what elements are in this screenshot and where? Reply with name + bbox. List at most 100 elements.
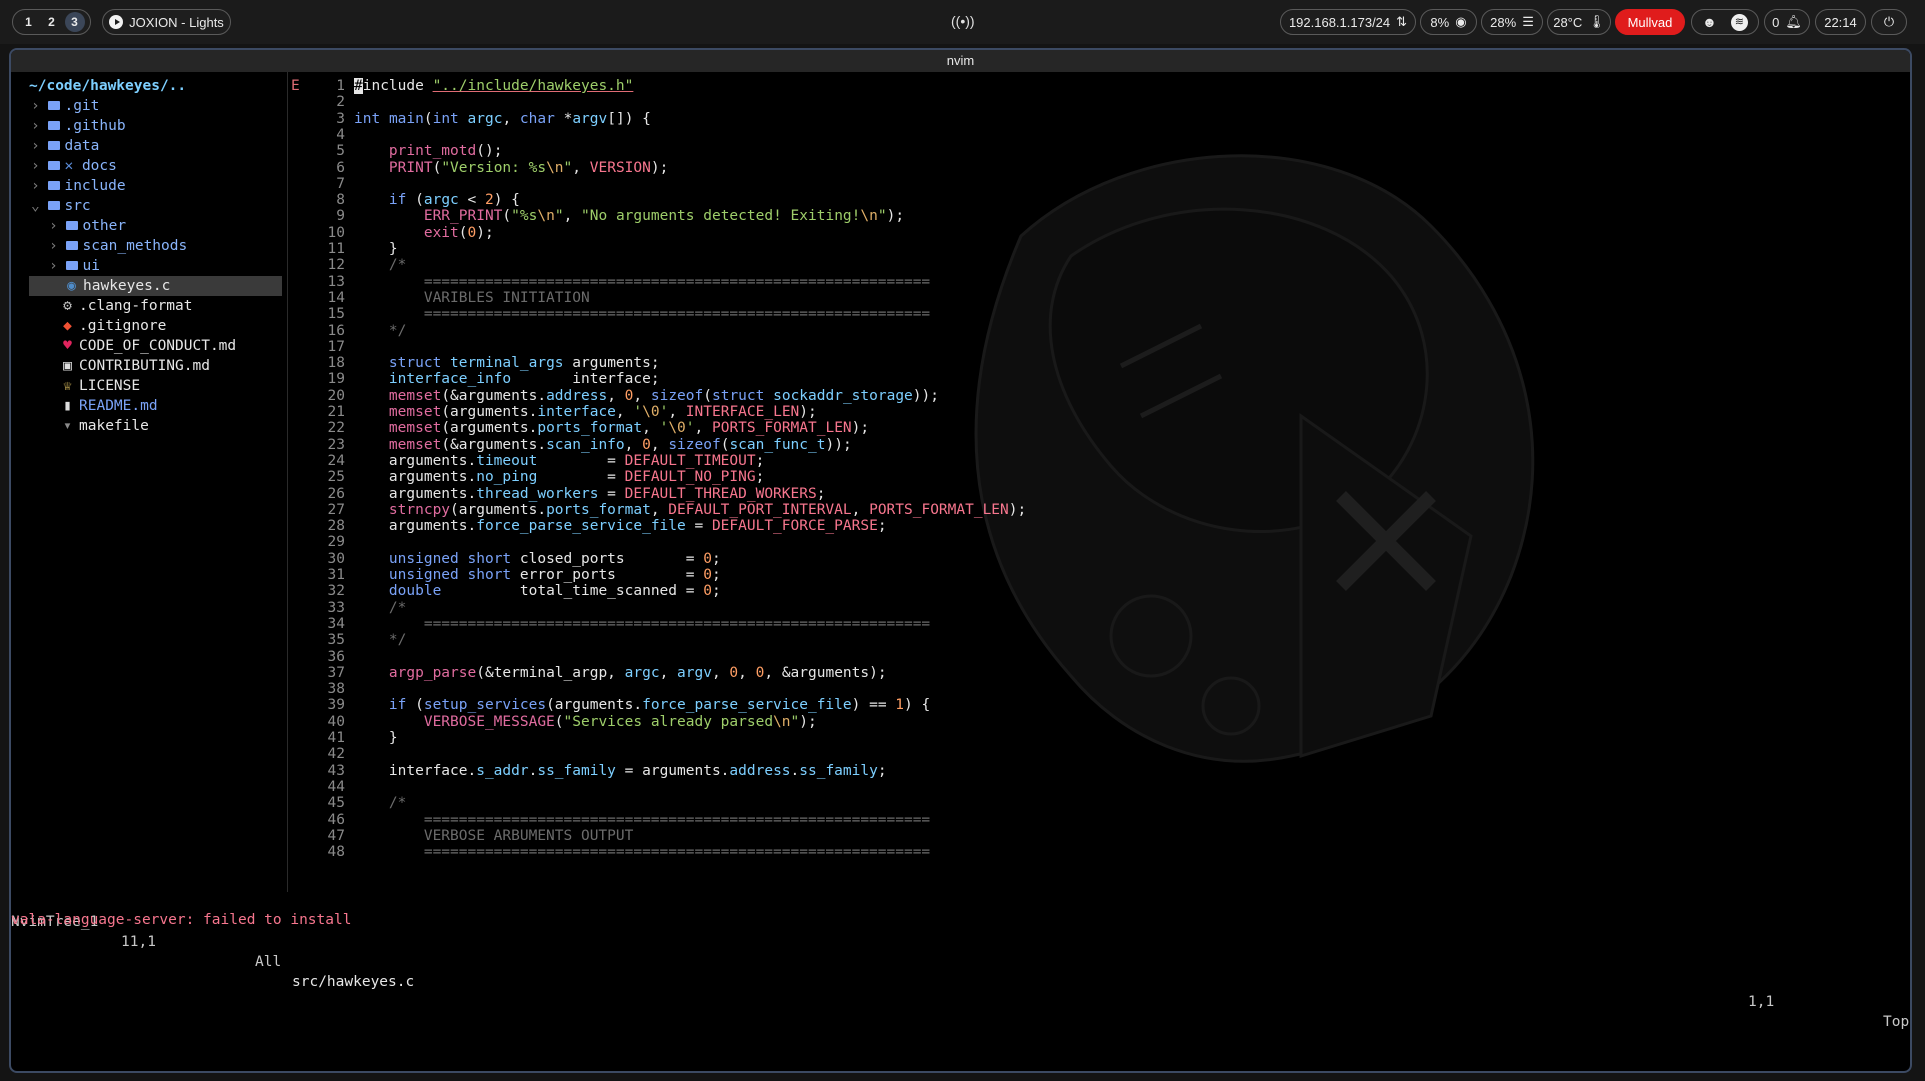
media-player[interactable]: JOXION - Lights (102, 9, 231, 35)
tree-item-label: README.md (79, 398, 158, 414)
line-number: 48 (327, 844, 345, 861)
folder-icon (48, 181, 61, 190)
tree-folder[interactable]: › scan_methods (11, 236, 281, 256)
code-line[interactable]: argp_parse(&terminal_argp, argc, argv, 0… (354, 663, 887, 683)
tree-folder[interactable]: › .git (11, 96, 281, 116)
markdown-icon: ▣ (63, 358, 72, 374)
heart-icon: ♥ (63, 338, 72, 354)
notification-count: 0 (1772, 14, 1780, 30)
current-file-path: src/hawkeyes.c (292, 974, 415, 990)
clock[interactable]: 22:14 (1815, 9, 1866, 35)
tree-cursor-pos: 11,1 (121, 934, 156, 950)
power-button[interactable]: ⏻ (1871, 9, 1907, 35)
tree-item-label: include (64, 178, 126, 194)
code-line[interactable]: VERBOSE_MESSAGE("Services already parsed… (354, 712, 817, 732)
tree-folder[interactable]: › ✕ docs (11, 156, 281, 176)
code-line[interactable]: arguments.force_parse_service_file = DEF… (354, 516, 887, 536)
notifications[interactable]: 0 🔔︎ (1764, 9, 1810, 35)
editor-cursor-pos: 1,1 (1748, 994, 1775, 1010)
tree-file[interactable]: ⚙ .clang-format (11, 296, 281, 316)
tree-file[interactable]: ◉ hawkeyes.c (29, 276, 282, 296)
tree-item-label: src (64, 198, 91, 214)
tree-folder[interactable]: › other (11, 216, 281, 236)
code-editor[interactable]: 1 #include "../include/hawkeyes.h" 2 3 int m… (291, 76, 1910, 891)
chevron-right-icon[interactable]: › (49, 218, 66, 234)
tree-folder[interactable]: ⌄ src (11, 196, 281, 216)
workspace-1[interactable]: 1 (19, 12, 39, 32)
code-line[interactable]: ========================================… (354, 304, 930, 324)
tree-file[interactable]: ♥ CODE_OF_CONDUCT.md (11, 336, 281, 356)
code-line[interactable]: double total_time_scanned = 0; (354, 581, 721, 601)
cpu-icon: ◉ (1455, 14, 1467, 29)
workspace-switcher: 1 2 3 (12, 9, 91, 35)
tree-item-label: CONTRIBUTING.md (79, 358, 210, 374)
code-line[interactable]: PRINT("Version: %s\n", VERSION); (354, 158, 668, 178)
chevron-right-icon[interactable]: › (31, 118, 48, 134)
chevron-right-icon[interactable]: › (49, 258, 66, 274)
tree-file[interactable]: ▮ README.md (11, 396, 281, 416)
tree-folder[interactable]: › ui (11, 256, 281, 276)
tree-item-label: docs (81, 158, 117, 174)
screencast-icon[interactable]: ((•)) (951, 13, 975, 29)
bell-icon: 🔔︎ (1785, 14, 1802, 29)
chevron-right-icon[interactable]: › (31, 158, 48, 174)
tree-item-label: ui (82, 258, 100, 274)
chevron-right-icon[interactable]: › (31, 138, 48, 154)
cpu-value: 8% (1430, 14, 1450, 30)
tree-file[interactable]: ◆ .gitignore (11, 316, 281, 336)
tree-folder[interactable]: › .github (11, 116, 281, 136)
folder-icon (48, 101, 61, 110)
tree-item-label: CODE_OF_CONDUCT.md (79, 338, 237, 354)
license-icon: ♕ (63, 378, 72, 394)
media-title: JOXION - Lights (129, 14, 224, 30)
ip-address: 192.168.1.173/24 (1288, 14, 1391, 30)
wallpaper-helmet-art (974, 154, 1535, 763)
folder-icon (48, 121, 61, 130)
git-icon: ◆ (63, 318, 72, 334)
tree-item-label: .github (64, 118, 126, 134)
code-line[interactable]: ========================================… (354, 614, 930, 634)
folder-icon (66, 221, 79, 230)
tree-item-label: LICENSE (79, 378, 141, 394)
cpu-indicator[interactable]: 8% ◉ (1420, 9, 1477, 35)
code-line[interactable]: */ (354, 321, 406, 341)
code-line[interactable]: #include "../include/hawkeyes.h" (354, 76, 633, 96)
workspace-2[interactable]: 2 (42, 12, 62, 32)
tree-file[interactable]: ▣ CONTRIBUTING.md (11, 356, 281, 376)
file-tree[interactable]: ~/code/hawkeyes/.. › .git › .github › data… (11, 76, 282, 891)
folder-icon (66, 241, 79, 250)
docs-mark-icon: ✕ (64, 158, 82, 174)
tree-item-label: .git (64, 98, 100, 114)
tree-file[interactable]: ♕ LICENSE (11, 376, 281, 396)
chevron-down-icon[interactable]: ⌄ (31, 198, 48, 214)
editor-scroll-pos: Top (1883, 1014, 1910, 1030)
code-line[interactable]: ========================================… (354, 842, 930, 862)
code-line[interactable]: int main(int argc, char *argv[]) { (354, 109, 651, 129)
discord-icon[interactable]: ☻ (1702, 14, 1717, 30)
chevron-right-icon[interactable]: › (31, 178, 48, 194)
memory-indicator[interactable]: 28% ☰ (1481, 9, 1543, 35)
code-line[interactable]: interface.s_addr.ss_family = arguments.a… (354, 761, 887, 781)
code-line[interactable]: */ (354, 630, 406, 650)
diagnostic-error-sign: E (291, 78, 300, 94)
spotify-icon[interactable]: ≋ (1730, 13, 1748, 31)
status-line: NvimTree_1 11,1 All src/hawkeyes.c 1,1 T… (11, 892, 1910, 1030)
vpn-status[interactable]: Mullvad (1615, 9, 1685, 35)
chevron-right-icon[interactable]: › (31, 98, 48, 114)
play-icon[interactable] (109, 15, 124, 29)
folder-icon (48, 141, 61, 150)
tree-item-label: scan_methods (82, 238, 188, 254)
chevron-right-icon[interactable]: › (49, 238, 66, 254)
network-indicator[interactable]: 192.168.1.173/24 ⇅ (1280, 9, 1416, 35)
tree-root[interactable]: ~/code/hawkeyes/.. (29, 76, 299, 96)
tree-folder[interactable]: › include (11, 176, 281, 196)
window-title: nvim (11, 50, 1910, 72)
c-icon: ◉ (67, 278, 76, 294)
tree-folder[interactable]: › data (11, 136, 281, 156)
tree-file[interactable]: ▾ makefile (11, 416, 281, 436)
tree-item-label: .gitignore (79, 318, 167, 334)
terminal-window: nvim ~/code/hawkeyes/.. › .git › .github ›… (9, 48, 1912, 1073)
workspace-3[interactable]: 3 (64, 12, 85, 32)
code-line[interactable]: } (354, 728, 398, 748)
temperature-indicator[interactable]: 28°C 🌡︎ (1547, 9, 1611, 35)
